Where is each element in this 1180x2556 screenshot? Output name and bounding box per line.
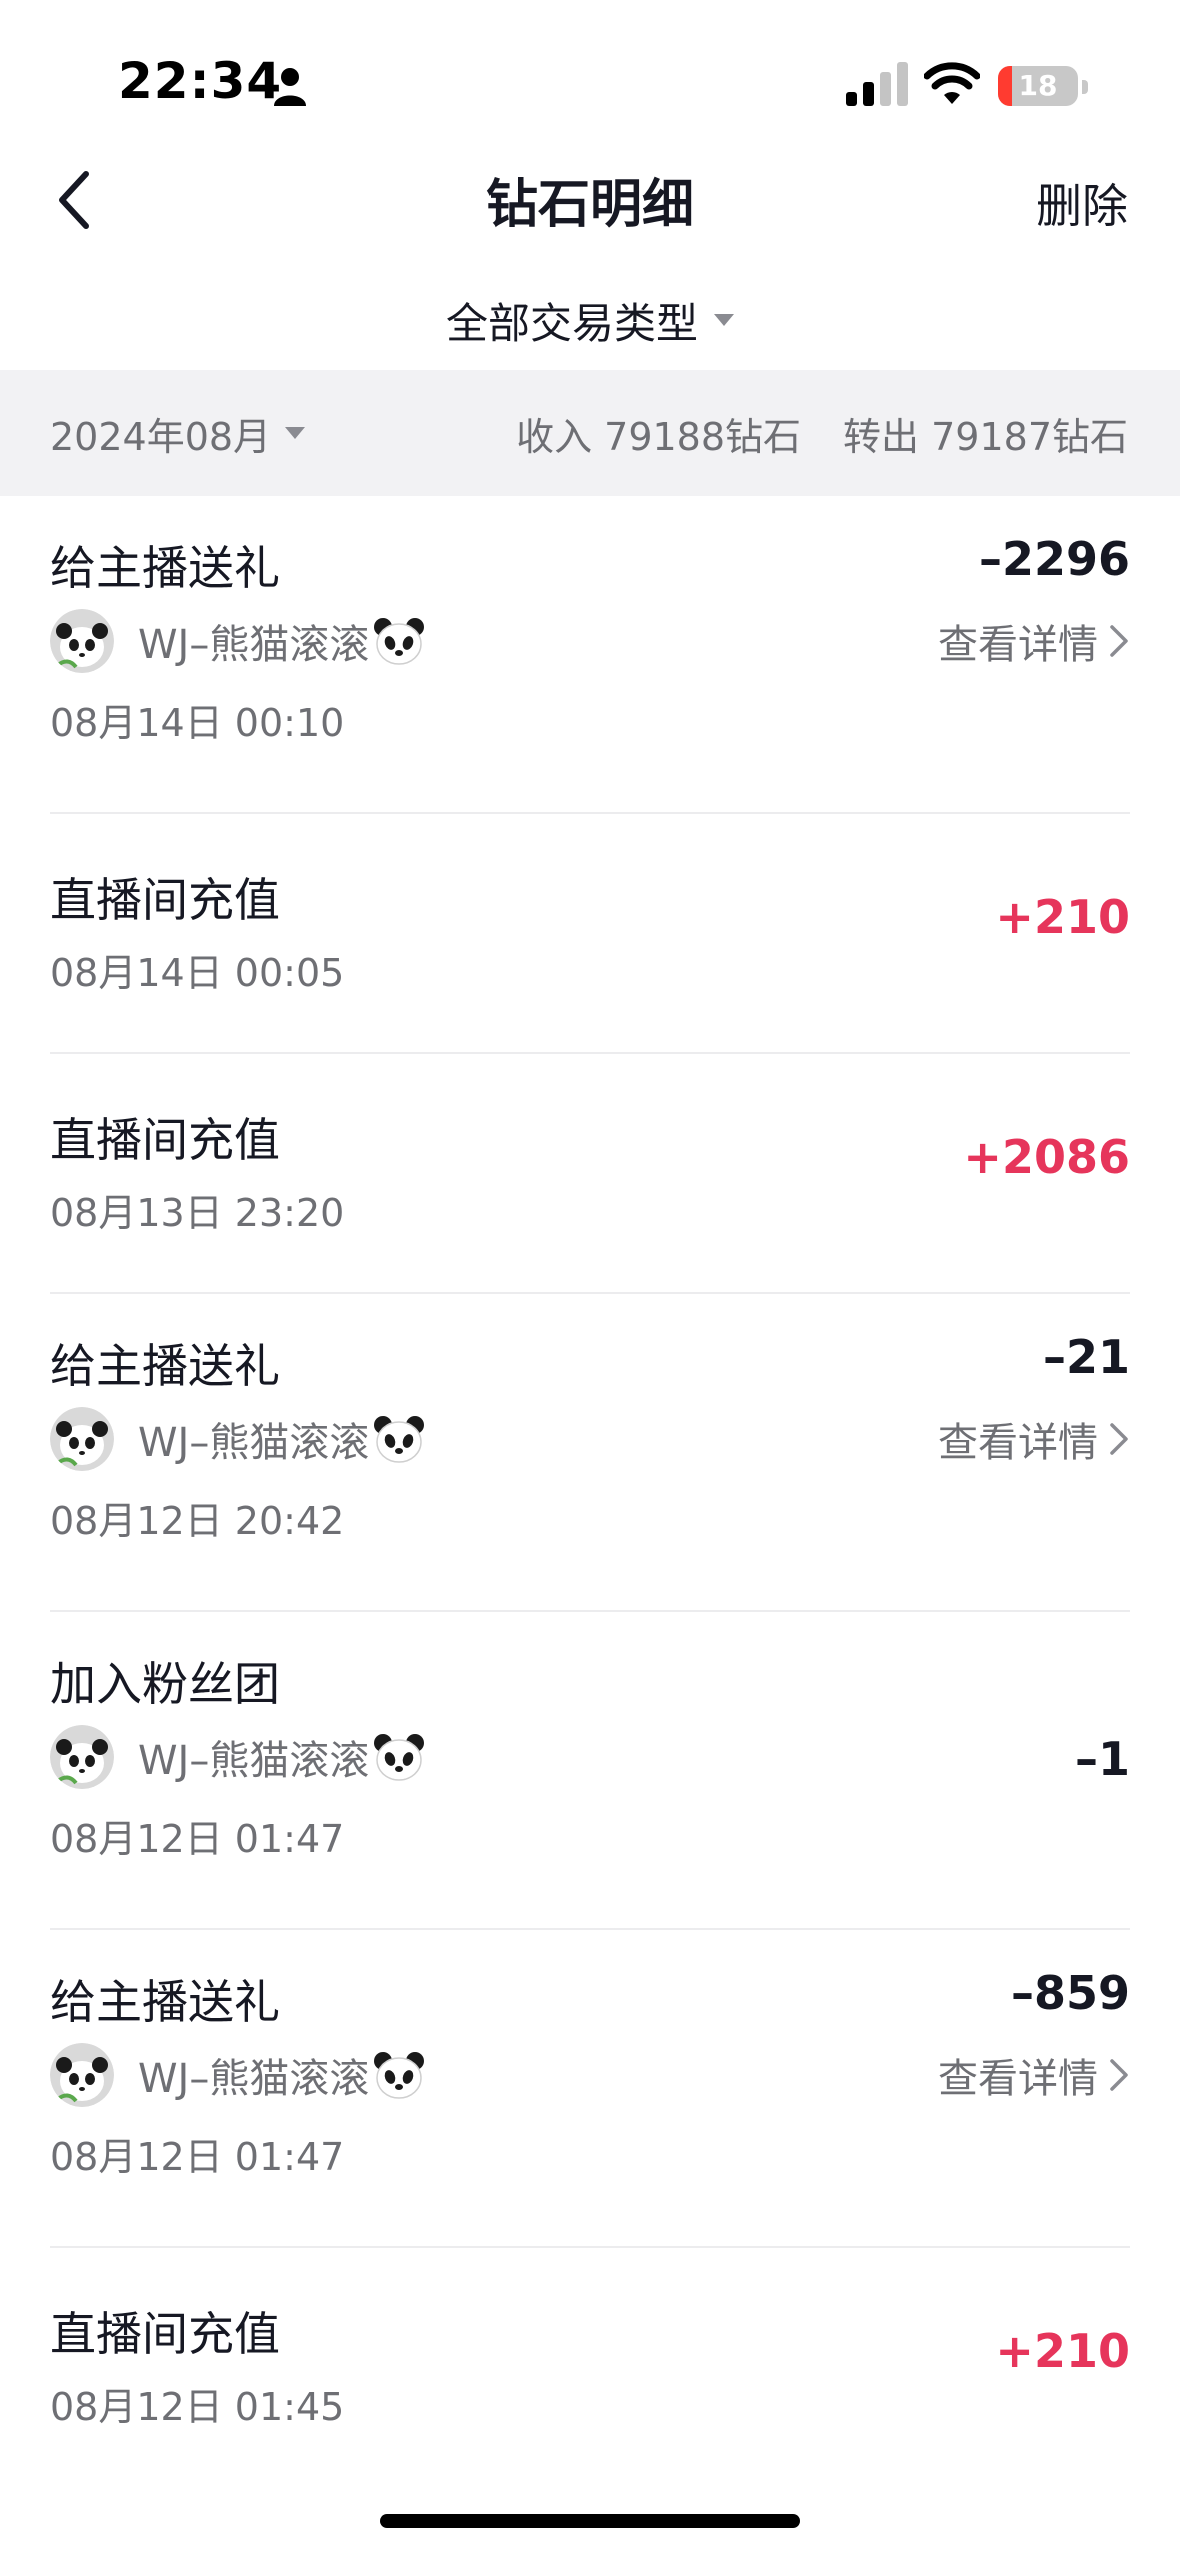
- panda-face-icon: [373, 2051, 425, 2099]
- avatar[interactable]: [50, 1725, 114, 1789]
- transaction-title: 给主播送礼: [50, 541, 280, 595]
- panda-face-icon: [373, 617, 425, 665]
- view-details-link[interactable]: 查看详情: [938, 2042, 1130, 2108]
- transaction-amount: +210: [995, 890, 1130, 944]
- caret-down-icon: [714, 314, 734, 326]
- chevron-right-icon: [1110, 1423, 1128, 1455]
- avatar[interactable]: [50, 609, 114, 673]
- avatar[interactable]: [50, 2043, 114, 2107]
- transaction-amount: +2086: [963, 1130, 1130, 1184]
- view-details-label: 查看详情: [938, 2056, 1098, 2102]
- person-icon: [274, 68, 306, 106]
- transaction-title: 直播间充值: [50, 1113, 280, 1167]
- battery-icon: 18: [998, 66, 1078, 106]
- status-bar: 22:34 18: [0, 0, 1180, 140]
- transaction-amount: –21: [1042, 1330, 1130, 1384]
- transaction-date: 08月14日 00:05: [50, 951, 345, 995]
- monthly-summary-bar: 2024年08月 收入 79188钻石 转出 79187钻石: [0, 370, 1180, 496]
- view-details-label: 查看详情: [938, 622, 1098, 668]
- transaction-date: 08月12日 20:42: [50, 1499, 345, 1543]
- view-details-label: 查看详情: [938, 1420, 1098, 1466]
- transaction-type-filter[interactable]: 全部交易类型: [0, 290, 1180, 350]
- wifi-icon: [924, 62, 980, 104]
- cellular-signal-icon: [846, 62, 908, 106]
- month-label: 2024年08月: [50, 414, 272, 459]
- battery-level: 18: [1018, 69, 1058, 102]
- page-title: 钻石明细: [485, 175, 694, 235]
- panda-face-icon: [373, 1733, 425, 1781]
- transaction-date: 08月12日 01:45: [50, 2385, 345, 2429]
- streamer-info[interactable]: WJ–熊猫滚滚: [50, 2042, 425, 2108]
- transaction-amount: +210: [995, 2324, 1130, 2378]
- streamer-name: WJ–熊猫滚滚: [138, 1420, 370, 1466]
- chevron-right-icon: [1110, 2059, 1128, 2091]
- totals: 收入 79188钻石 转出 79187钻石: [516, 370, 1128, 496]
- income-total: 收入 79188钻石: [516, 414, 802, 459]
- transaction-title: 给主播送礼: [50, 1975, 280, 2029]
- transaction-amount: –859: [1010, 1966, 1130, 2020]
- transaction-item[interactable]: 加入粉丝团 –1 WJ–熊猫滚滚 08月12日 01:47: [50, 1612, 1130, 1930]
- avatar[interactable]: [50, 1407, 114, 1471]
- outgoing-total: 转出 79187钻石: [843, 414, 1128, 459]
- panda-face-icon: [373, 1415, 425, 1463]
- streamer-info[interactable]: WJ–熊猫滚滚: [50, 1406, 425, 1472]
- transaction-title: 加入粉丝团: [50, 1657, 280, 1711]
- transaction-item[interactable]: 给主播送礼 –859 WJ–熊猫滚滚 查看详情 08月12日 01:47: [50, 1930, 1130, 2248]
- transaction-date: 08月13日 23:20: [50, 1191, 345, 1235]
- caret-down-icon: [285, 427, 306, 439]
- transaction-item[interactable]: 直播间充值 +210 08月14日 00:05: [50, 814, 1130, 1054]
- status-time: 22:34: [118, 52, 283, 110]
- battery-cap: [1082, 80, 1088, 94]
- transaction-list: 给主播送礼 –2296 WJ–熊猫滚滚 查看详情 08月14日 00:10 直播间充值…: [0, 496, 1180, 2488]
- transaction-title: 直播间充值: [50, 873, 280, 927]
- transaction-title: 给主播送礼: [50, 1339, 280, 1393]
- transaction-item[interactable]: 给主播送礼 –21 WJ–熊猫滚滚 查看详情 08月12日 20:42: [50, 1294, 1130, 1612]
- streamer-info[interactable]: WJ–熊猫滚滚: [50, 1724, 425, 1790]
- transaction-date: 08月12日 01:47: [50, 2135, 345, 2179]
- transaction-date: 08月14日 00:10: [50, 701, 345, 745]
- streamer-name: WJ–熊猫滚滚: [138, 2056, 370, 2102]
- transaction-amount: –2296: [978, 532, 1130, 586]
- filter-label: 全部交易类型: [445, 298, 698, 348]
- streamer-name: WJ–熊猫滚滚: [138, 622, 370, 668]
- view-details-link[interactable]: 查看详情: [938, 608, 1130, 674]
- transaction-amount: –1: [1074, 1732, 1130, 1786]
- transaction-date: 08月12日 01:47: [50, 1817, 345, 1861]
- delete-button[interactable]: 删除: [1036, 170, 1128, 236]
- view-details-link[interactable]: 查看详情: [938, 1406, 1130, 1472]
- transaction-title: 直播间充值: [50, 2307, 280, 2361]
- home-indicator: [380, 2514, 800, 2528]
- month-selector[interactable]: 2024年08月: [50, 370, 306, 496]
- streamer-name: WJ–熊猫滚滚: [138, 1738, 370, 1784]
- transaction-item[interactable]: 直播间充值 +210 08月12日 01:45: [50, 2248, 1130, 2488]
- chevron-right-icon: [1110, 625, 1128, 657]
- streamer-info[interactable]: WJ–熊猫滚滚: [50, 608, 425, 674]
- transaction-item[interactable]: 给主播送礼 –2296 WJ–熊猫滚滚 查看详情 08月14日 00:10: [50, 496, 1130, 814]
- transaction-item[interactable]: 直播间充值 +2086 08月13日 23:20: [50, 1054, 1130, 1294]
